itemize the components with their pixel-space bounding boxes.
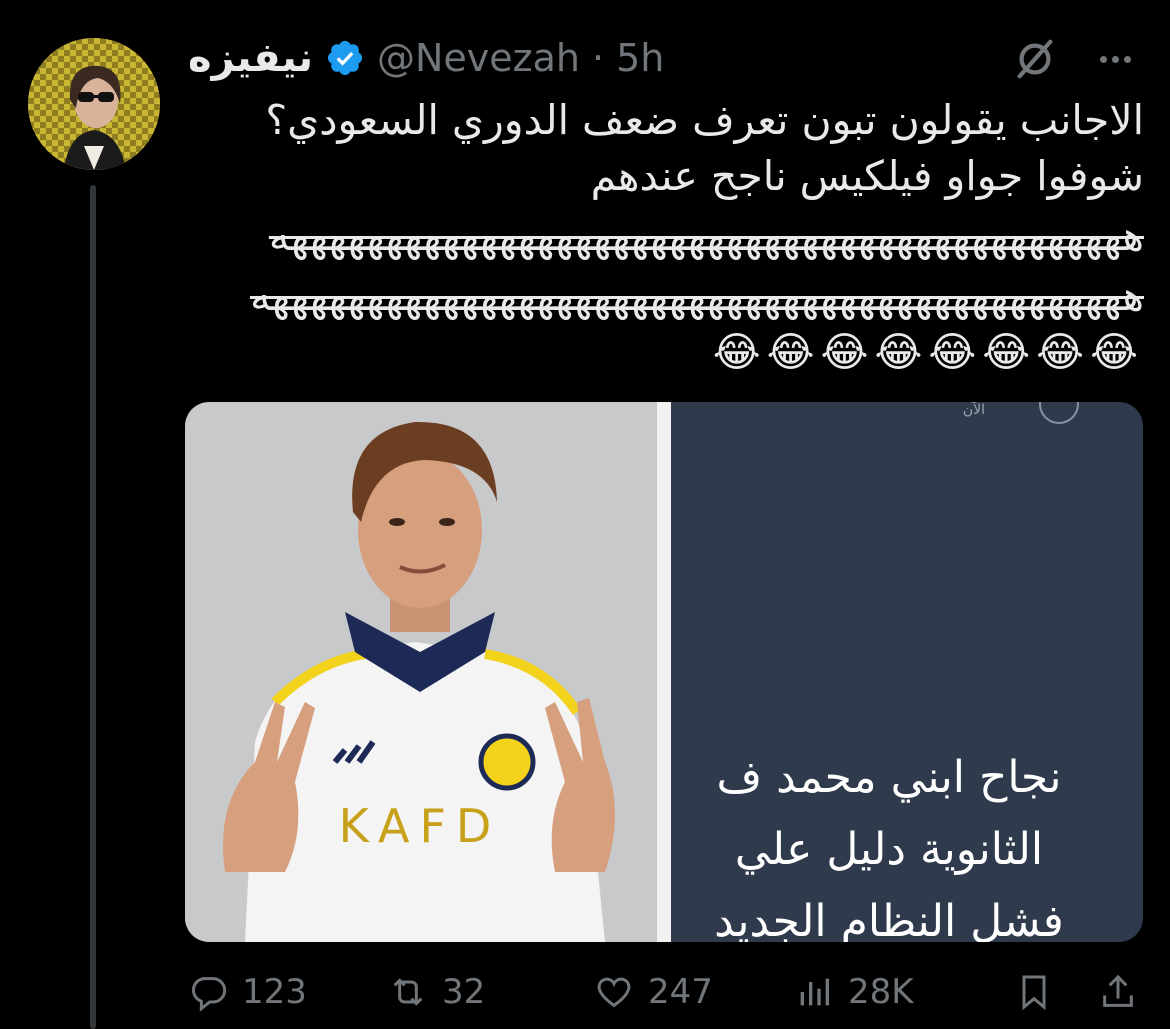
reply-button[interactable]: 123 xyxy=(188,972,307,1012)
screenshot-line: فشل النظام الجديد xyxy=(714,896,1064,942)
author-handle[interactable]: @Nevezah xyxy=(377,36,580,80)
avatar[interactable] xyxy=(28,38,160,170)
tweet-laugh-line: هههههههههههههههههههههههههههههههههههههههه… xyxy=(249,272,1144,320)
tweet-text: الاجانب يقولون تبون تعرف ضعف الدوري السع… xyxy=(188,92,1144,380)
tweet-header: نيفيزه @Nevezah · 5h xyxy=(188,28,664,88)
like-button[interactable]: 247 xyxy=(594,972,713,1012)
screenshot-line: نجاح ابني محمد ف xyxy=(716,752,1062,803)
reply-icon xyxy=(191,977,227,1012)
views-button[interactable]: 28K xyxy=(794,972,914,1012)
views-icon xyxy=(800,978,829,1006)
bookmark-icon xyxy=(1022,975,1046,1011)
separator-dot: · xyxy=(591,36,605,80)
views-count: 28K xyxy=(848,972,914,1012)
grok-icon[interactable] xyxy=(1012,36,1058,82)
screenshot-line: الثانوية دليل علي xyxy=(734,824,1044,875)
heart-icon xyxy=(597,977,631,1008)
thread-line xyxy=(90,185,96,1029)
like-count: 247 xyxy=(648,972,713,1012)
player-photo[interactable]: KAFD xyxy=(185,402,657,942)
tweet-timestamp[interactable]: 5h xyxy=(616,36,664,80)
tweet-emoji-line: 😂😂😂😂😂😂😂😂 xyxy=(712,328,1144,376)
repost-icon xyxy=(393,978,423,1006)
screenshot-time: الآن xyxy=(962,402,985,418)
screenshot-avatar xyxy=(1039,402,1079,424)
media-divider xyxy=(657,402,671,942)
verified-badge-icon xyxy=(327,40,363,76)
share-button[interactable] xyxy=(1098,972,1138,1012)
tweet-line: الاجانب يقولون تبون تعرف ضعف الدوري السع… xyxy=(265,96,1144,144)
repost-button[interactable]: 32 xyxy=(388,972,485,1012)
author-name[interactable]: نيفيزه xyxy=(188,35,313,81)
more-options-icon[interactable] xyxy=(1092,36,1138,82)
tweet-media[interactable]: KAFD الآن نجاح ابني محمد ف الثانوية دليل… xyxy=(185,402,1143,942)
share-icon xyxy=(1103,974,1133,1007)
reply-count: 123 xyxy=(242,972,307,1012)
tweet-actions: 123 32 247 28K xyxy=(188,962,1144,1022)
tweet-line: شوفوا جواو فيلكيس ناجح عندهم xyxy=(590,152,1144,200)
repost-count: 32 xyxy=(442,972,486,1012)
screenshot-text: نجاح ابني محمد ف الثانوية دليل علي فشل ا… xyxy=(679,742,1099,942)
bookmark-button[interactable] xyxy=(1014,972,1054,1012)
embedded-screenshot[interactable]: الآن نجاح ابني محمد ف الثانوية دليل علي … xyxy=(671,402,1143,942)
jersey-sponsor-text: KAFD xyxy=(339,799,502,853)
tweet-laugh-line: هههههههههههههههههههههههههههههههههههههههه… xyxy=(268,212,1144,260)
